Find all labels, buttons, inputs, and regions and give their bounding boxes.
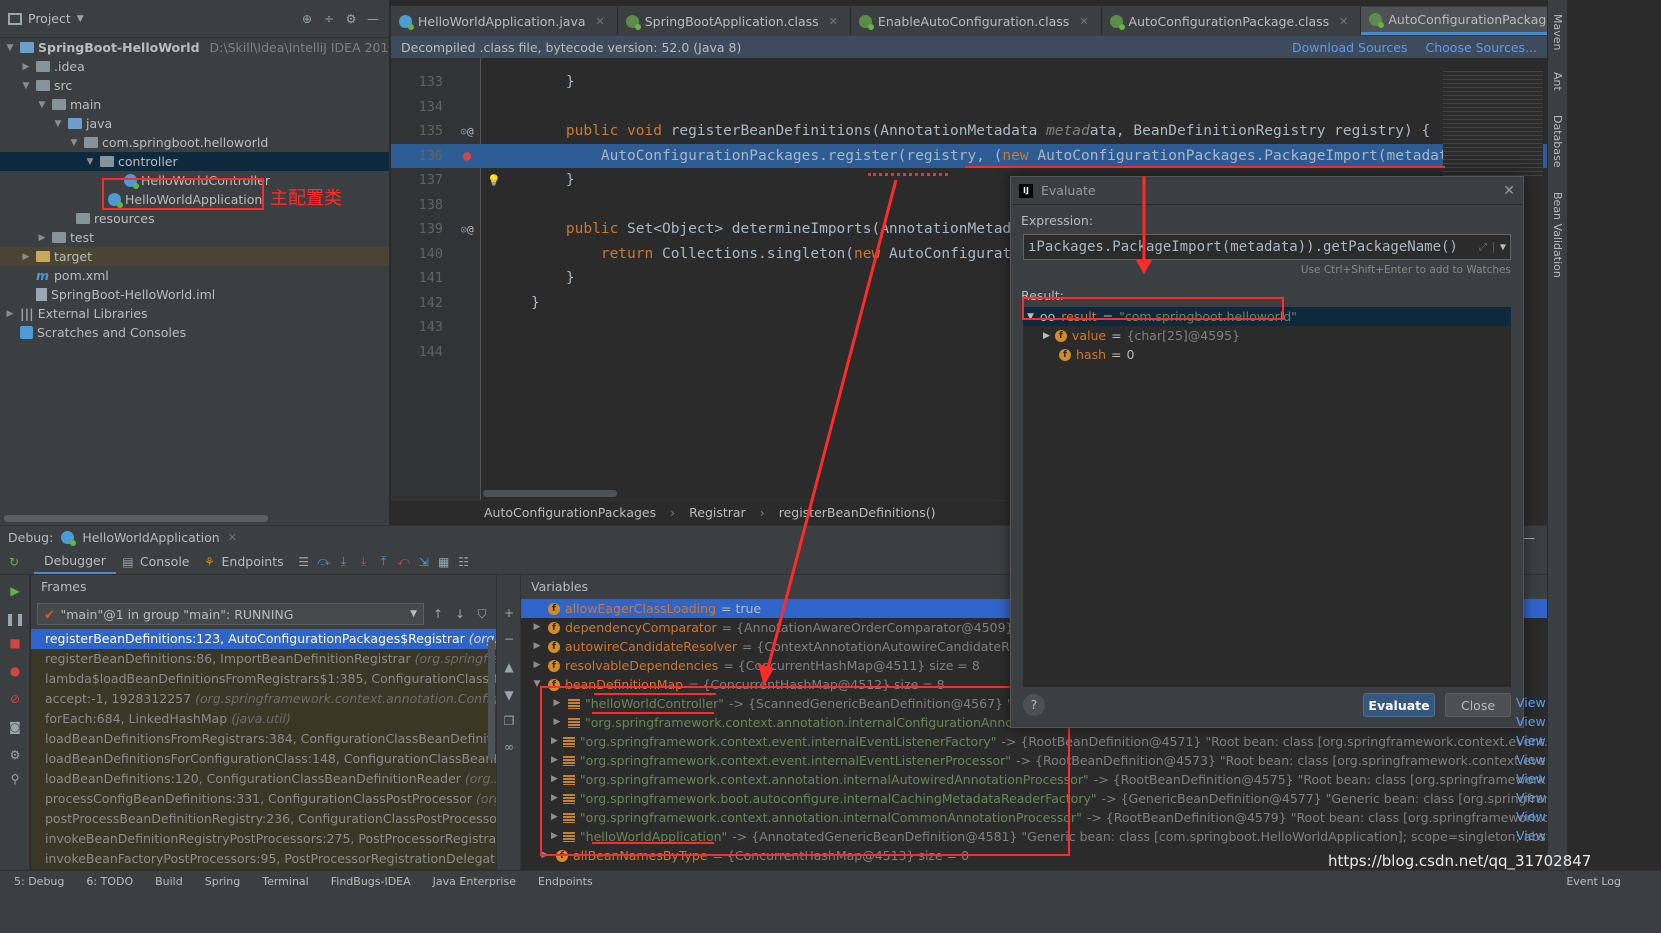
- status-tab-java-enterprise[interactable]: Java Enterprise: [433, 875, 516, 888]
- status-tab-debug[interactable]: 5: Debug: [14, 875, 64, 888]
- status-tab-todo[interactable]: 6: TODO: [86, 875, 133, 888]
- watermark: https://blog.csdn.net/qq_31702847: [1328, 852, 1592, 870]
- status-tab-build[interactable]: Build: [155, 875, 183, 888]
- arrow-head-result: [1136, 260, 1152, 274]
- status-tab-findbugs[interactable]: FindBugs-IDEA: [331, 875, 411, 888]
- status-tab-endpoints[interactable]: Endpoints: [538, 875, 593, 888]
- annotation-arrows: [758, 176, 1152, 686]
- status-tab-spring[interactable]: Spring: [205, 875, 241, 888]
- arrow-head-bean-map: [758, 664, 774, 686]
- status-tab-terminal[interactable]: Terminal: [262, 875, 309, 888]
- event-log[interactable]: Event Log: [1566, 875, 1621, 888]
- arrow-to-bean-map: [766, 179, 898, 669]
- status-bar: 5: Debug 6: TODO Build Spring Terminal F…: [0, 870, 1661, 933]
